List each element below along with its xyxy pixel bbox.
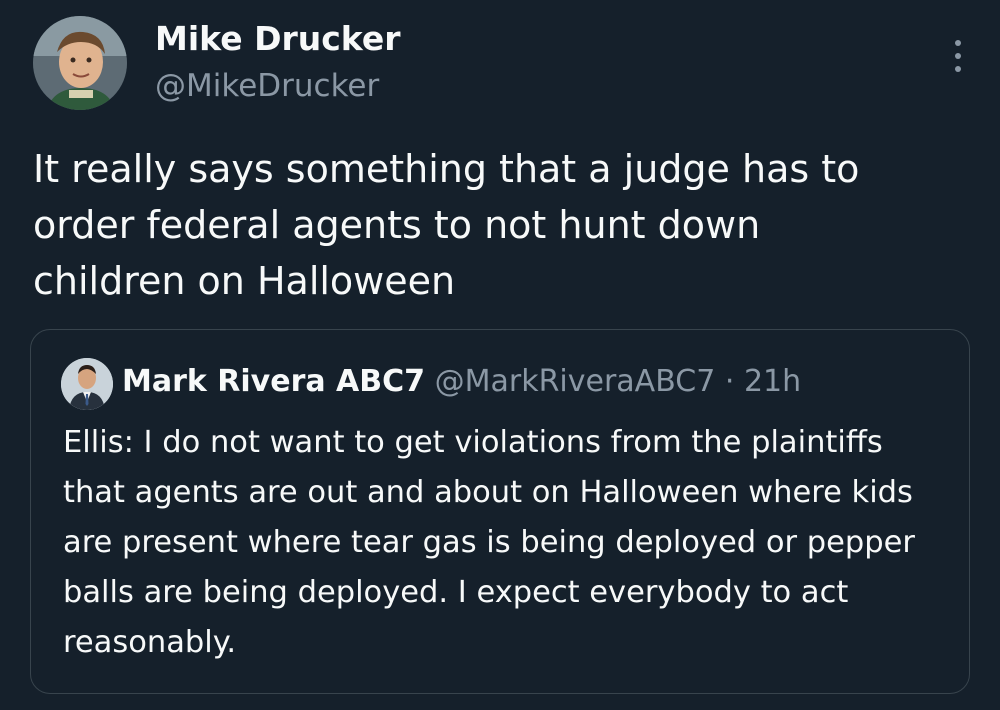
author-handle[interactable]: @MikeDrucker xyxy=(155,65,401,107)
quoted-tweet-text: Ellis: I do not want to get violations f… xyxy=(63,425,915,660)
quoted-tweet[interactable]: Mark Rivera ABC7 @MarkRiveraABC7 · 21h E… xyxy=(30,329,970,694)
tweet-card: Mike Drucker @MikeDrucker It really says… xyxy=(0,0,1000,710)
more-options-icon[interactable] xyxy=(952,40,964,72)
quoted-tweet-header: Mark Rivera ABC7 @MarkRiveraABC7 · 21h xyxy=(122,360,801,404)
avatar-photo-icon xyxy=(61,358,113,410)
more-dot xyxy=(955,40,961,46)
author-name[interactable]: Mike Drucker xyxy=(155,18,401,60)
author-block: Mike Drucker @MikeDrucker xyxy=(155,18,401,107)
more-dot xyxy=(955,53,961,59)
header-separator: · xyxy=(724,364,735,399)
more-dot xyxy=(955,66,961,72)
quoted-author-avatar[interactable] xyxy=(61,358,113,410)
author-avatar[interactable] xyxy=(33,16,127,110)
quoted-author-name[interactable]: Mark Rivera ABC7 xyxy=(122,364,425,399)
avatar-photo-icon xyxy=(33,16,127,110)
tweet-text: It really says something that a judge ha… xyxy=(33,147,860,303)
quoted-tweet-timestamp[interactable]: 21h xyxy=(744,364,801,399)
quoted-author-handle[interactable]: @MarkRiveraABC7 xyxy=(435,364,716,399)
